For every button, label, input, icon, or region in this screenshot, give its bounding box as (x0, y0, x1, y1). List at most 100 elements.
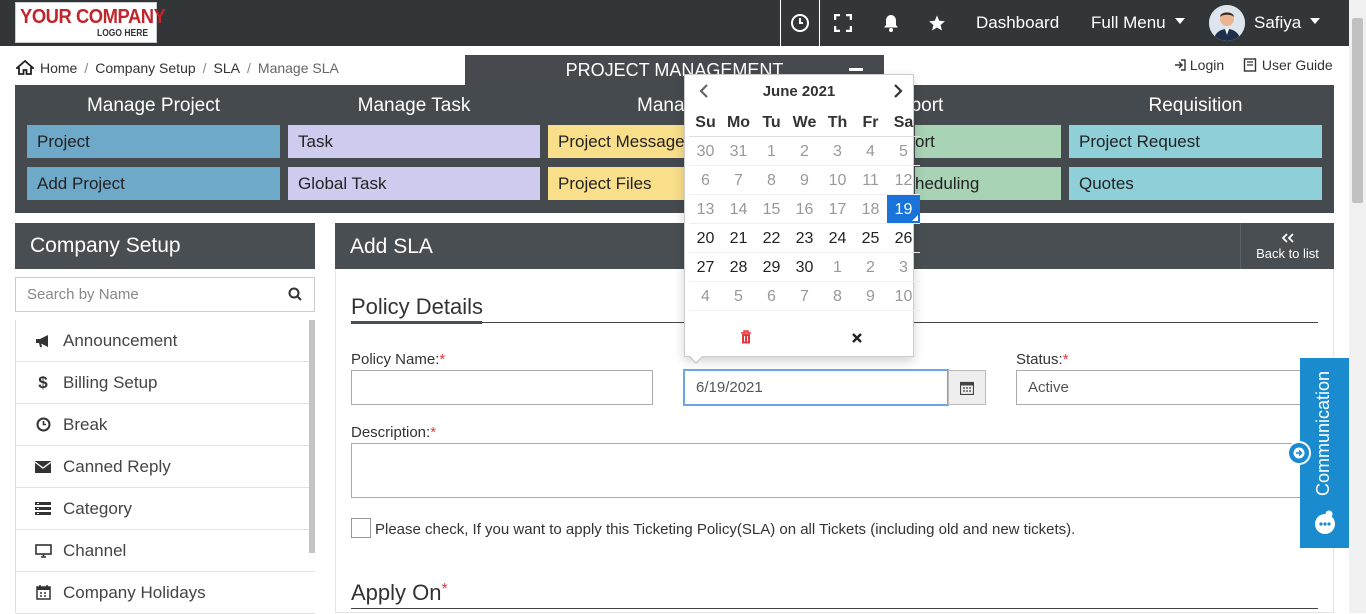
user-guide-link[interactable]: User Guide (1243, 57, 1333, 73)
datepicker-popup: June 2021 Su Mo Tu We Th Fr Sa 30 31 1 2 3 4 5 6 7 8 9 10 1… (684, 74, 920, 357)
datepicker-day: 10 (821, 166, 854, 195)
arrow-right-icon[interactable] (1287, 441, 1311, 465)
user-menu[interactable]: Safiya (1254, 13, 1321, 33)
menu-item-project-message[interactable]: Project Message (548, 125, 688, 158)
sidebar-item-label: Channel (63, 540, 127, 560)
datepicker-day: 8 (755, 166, 788, 195)
apply-all-checkbox[interactable] (351, 518, 371, 538)
sidebar-item-canned-reply[interactable]: Canned Reply (16, 446, 315, 488)
datepicker-day: 31 (722, 137, 755, 166)
menu-item-task[interactable]: Task (288, 125, 540, 158)
datepicker-day: 3 (887, 253, 920, 282)
datepicker-day[interactable]: 26 (887, 224, 920, 253)
breadcrumb-sla[interactable]: SLA (214, 60, 240, 76)
menu-title-requisition: Requisition (1148, 95, 1243, 116)
datepicker-day[interactable]: 25 (854, 224, 887, 253)
close-icon[interactable] (851, 331, 863, 349)
datepicker-week-row: 30 31 1 2 3 4 5 (689, 137, 920, 166)
logo-subtext: LOGO HERE (96, 28, 148, 39)
breadcrumb-company-setup[interactable]: Company Setup (95, 60, 195, 76)
sidebar-search (15, 277, 315, 312)
datepicker-day: 10 (887, 282, 920, 311)
search-icon[interactable] (288, 287, 302, 306)
dashboard-link[interactable]: Dashboard (976, 13, 1059, 33)
login-icon (1175, 59, 1186, 71)
chevron-down-icon (1174, 17, 1185, 24)
calendar-button[interactable] (948, 370, 986, 405)
datepicker-day: 11 (854, 166, 887, 195)
datepicker-week-row: 20 21 22 23 24 25 26 (689, 224, 920, 253)
datepicker-day-selected[interactable]: 19 (887, 195, 920, 224)
policy-name-label: Policy Name:* (351, 351, 446, 368)
datepicker-day: 4 (854, 137, 887, 166)
datepicker-footer (685, 327, 913, 349)
menu-item-project-request[interactable]: Project Request (1069, 125, 1322, 158)
menu-item-scheduling[interactable]: heduling (915, 167, 1061, 200)
sidebar-scrollbar[interactable] (309, 320, 315, 553)
datepicker-header: June 2021 (685, 75, 913, 108)
calendar-icon (960, 381, 974, 395)
sidebar-item-break[interactable]: Break (16, 404, 315, 446)
datepicker-day[interactable]: 20 (689, 224, 722, 253)
fullscreen-icon[interactable] (820, 0, 866, 46)
datepicker-week-row: 13 14 15 16 17 18 19 (689, 195, 920, 224)
datepicker-day[interactable]: 27 (689, 253, 722, 282)
avatar[interactable] (1209, 5, 1245, 41)
back-to-list-button[interactable]: Back to list (1240, 223, 1334, 269)
search-input[interactable] (16, 278, 276, 311)
menu-item-add-project[interactable]: Add Project (27, 167, 280, 200)
sidebar-item-label: Announcement (63, 330, 178, 350)
book-icon (1243, 58, 1257, 72)
user-name: Safiya (1254, 13, 1302, 32)
chat-icon (1314, 510, 1336, 541)
company-logo[interactable]: YOUR COMPANY LOGO HERE (15, 2, 166, 43)
status-select[interactable]: Active (1016, 370, 1306, 405)
datepicker-day: 12 (887, 166, 920, 195)
bell-icon[interactable] (872, 0, 910, 46)
datepicker-day[interactable]: 23 (788, 224, 821, 253)
project-menu-panel: Manage Project Manage Task Manage eport … (15, 85, 1334, 213)
datepicker-pointer (689, 355, 703, 362)
menu-item-project[interactable]: Project (27, 125, 280, 158)
datepicker-day: 16 (788, 195, 821, 224)
sidebar-item-category[interactable]: Category (16, 488, 315, 530)
datepicker-month[interactable]: June 2021 (685, 83, 913, 100)
chevron-right-icon[interactable] (893, 84, 903, 103)
scrollbar-thumb[interactable] (1352, 18, 1363, 203)
login-link[interactable]: Login (1174, 57, 1224, 73)
datepicker-grid: Su Mo Tu We Th Fr Sa 30 31 1 2 3 4 5 6 7 8 9 10 11 12 13 14 15 1… (689, 108, 920, 311)
sidebar-item-label: Break (63, 414, 108, 434)
datepicker-day: 7 (788, 282, 821, 311)
section-policy-details: Policy Details (351, 294, 484, 319)
datepicker-day[interactable]: 24 (821, 224, 854, 253)
datepicker-day[interactable]: 21 (722, 224, 755, 253)
full-menu-dropdown[interactable]: Full Menu (1091, 13, 1185, 33)
datepicker-day[interactable]: 28 (722, 253, 755, 282)
sidebar-item-announcement[interactable]: Announcement (16, 320, 315, 362)
breadcrumb-home[interactable]: Home (40, 60, 77, 76)
menu-item-quotes[interactable]: Quotes (1069, 167, 1322, 200)
menu-item-report[interactable]: ort (915, 125, 1061, 158)
clock-icon[interactable] (781, 0, 819, 46)
date-input[interactable]: 6/19/2021 (683, 369, 949, 406)
sidebar-item-billing-setup[interactable]: $ Billing Setup (16, 362, 315, 404)
user-guide-label: User Guide (1261, 57, 1333, 73)
star-icon[interactable] (918, 0, 956, 46)
home-icon[interactable] (14, 59, 36, 78)
menu-item-global-task[interactable]: Global Task (288, 167, 540, 200)
page-title: Add SLA (350, 235, 433, 258)
menu-item-project-files[interactable]: Project Files (548, 167, 688, 200)
datepicker-day[interactable]: 30 (788, 253, 821, 282)
clock-icon (33, 417, 53, 432)
description-textarea[interactable] (351, 443, 1306, 498)
datepicker-day[interactable]: 29 (755, 253, 788, 282)
datepicker-day[interactable]: 22 (755, 224, 788, 253)
policy-name-input[interactable] (351, 370, 653, 405)
sidebar-item-channel[interactable]: Channel (16, 530, 315, 572)
sidebar-item-company-holidays[interactable]: Company Holidays (16, 572, 315, 614)
page-scrollbar[interactable] (1349, 0, 1366, 613)
collapse-icon[interactable] (849, 68, 863, 71)
trash-icon[interactable] (740, 330, 752, 349)
logo-text: YOUR COMPANY (20, 6, 166, 28)
sidebar-item-label: Billing Setup (63, 372, 158, 392)
